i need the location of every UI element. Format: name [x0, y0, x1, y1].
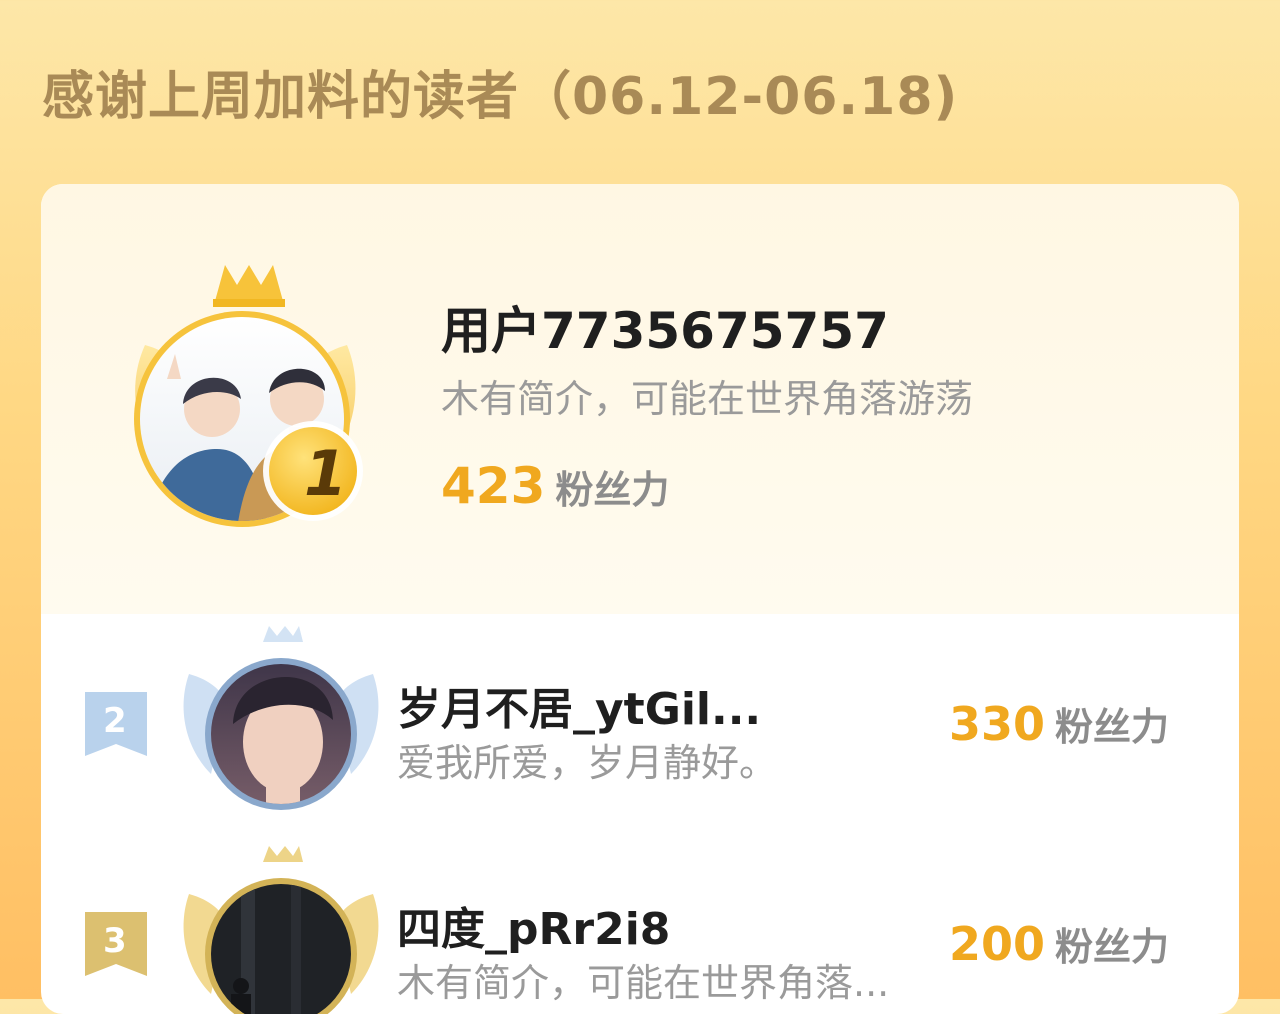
rank-3-username[interactable]: 四度_pRr2i8 — [397, 902, 670, 958]
rank-3-bio: 木有简介，可能在世界角落... — [397, 961, 890, 1005]
crown-icon — [215, 265, 283, 301]
rank-1-avatar: 1 — [134, 265, 363, 527]
rank-1-score-value: 423 — [441, 457, 546, 515]
svg-text:2: 2 — [103, 701, 127, 741]
rank-1-score: 423 粉丝力 — [441, 454, 669, 530]
rank-2-score-value: 330 — [948, 697, 1045, 751]
rank-3-score-unit: 粉丝力 — [1054, 925, 1169, 969]
rank-3-score: 200 粉丝力 — [949, 914, 1169, 985]
rank-1-bio: 木有简介，可能在世界角落游荡 — [441, 377, 974, 421]
crown-icon — [263, 846, 303, 862]
rank-2-badge-icon: 2 — [85, 692, 147, 756]
top-reader-section: 1 用户7735675757 木有简介，可能在世界角落游荡 423 粉丝力 — [41, 184, 1239, 614]
list-item[interactable]: 3 四度_pRr2i8 木有简介，可能在世界角落... 200 粉丝力 — [41, 844, 1239, 1014]
rank-2-score-unit: 粉丝力 — [1054, 705, 1169, 749]
rank-1-username[interactable]: 用户7735675757 — [441, 299, 889, 363]
list-item[interactable]: 2 岁月不居_ytGil... 爱我所爱，岁月静好。 330 粉丝力 — [41, 624, 1239, 814]
rank-2-avatar — [183, 626, 379, 810]
page-title: 感谢上周加料的读者（06.12-06.18) — [42, 67, 959, 127]
crown-icon — [263, 626, 303, 642]
svg-text:1: 1 — [304, 437, 347, 510]
rank-2-score: 330 粉丝力 — [949, 694, 1169, 765]
rank-3-avatar — [183, 846, 379, 1014]
svg-text:3: 3 — [103, 921, 127, 961]
rank-1-avatar-group[interactable]: 1 — [97, 259, 397, 539]
rank-2-username[interactable]: 岁月不居_ytGil... — [397, 682, 761, 738]
rank-1-score-unit: 粉丝力 — [555, 468, 670, 512]
rank-3-score-value: 200 — [948, 917, 1045, 971]
rank-3-badge-icon: 3 — [85, 912, 147, 976]
rank-2-bio: 爱我所爱，岁月静好。 — [397, 741, 778, 785]
leaderboard-card: 1 用户7735675757 木有简介，可能在世界角落游荡 423粉丝力 2 — [41, 184, 1239, 1014]
